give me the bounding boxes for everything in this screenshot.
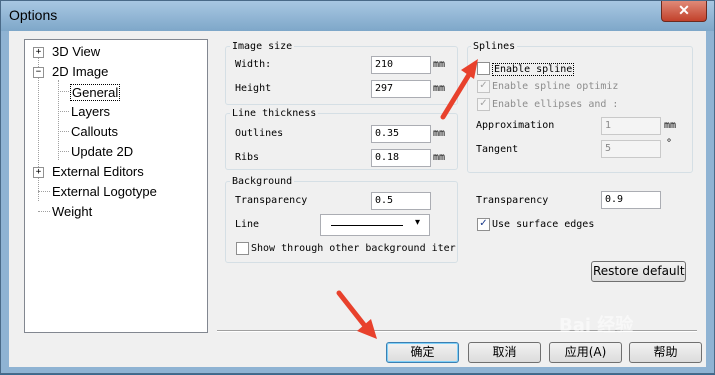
restore-defaults-button[interactable]: Restore defaults [591,261,686,282]
expand-icon[interactable]: + [33,47,44,58]
close-button[interactable]: ✕ [661,1,707,22]
line-thickness-title: Line thickness [230,108,319,119]
ribs-label: Ribs [235,152,260,163]
outlines-unit: mm [433,128,446,139]
line-style-dropdown[interactable]: ▾ [320,214,430,236]
options-window: Options ✕ + 3D View − 2D Image General L… [0,0,715,374]
ribs-unit: mm [433,152,446,163]
apply-button[interactable]: 应用(A) [549,342,622,363]
enable-spline-label: Enable spline [492,63,575,76]
tangent-unit: ° [666,138,673,149]
tree-item-callouts[interactable]: Callouts [71,124,118,139]
tree-item-layers[interactable]: Layers [71,104,110,119]
ok-button[interactable]: 确定 [386,342,459,363]
use-surface-edges-label: Use surface edges [492,219,595,230]
enable-spline-optimize-checkbox[interactable]: ✓ [477,80,490,93]
tree-connector [38,191,50,192]
enable-ellipses-label: Enable ellipses and : [492,99,619,110]
tree-item-external-logotype[interactable]: External Logotype [52,184,157,199]
outlines-input[interactable]: 0.35 [371,125,431,143]
approximation-label: Approximation [476,120,555,131]
surface-transparency-input[interactable]: 0.9 [601,191,661,209]
expand-icon[interactable]: + [33,167,44,178]
collapse-icon[interactable]: − [33,67,44,78]
width-input[interactable]: 210 [371,56,431,74]
tree-connector [58,151,69,152]
options-tree[interactable]: + 3D View − 2D Image General Layers Call… [24,39,208,333]
outlines-label: Outlines [235,128,284,139]
tangent-label: Tangent [476,144,519,155]
tree-item-external-editors[interactable]: External Editors [52,164,144,179]
watermark-text: Bai 经验 [559,315,634,336]
tangent-input[interactable]: 5 [601,140,661,158]
approximation-unit: mm [664,120,677,131]
approximation-input[interactable]: 1 [601,117,661,135]
tree-item-2d-image[interactable]: 2D Image [52,64,108,79]
help-button[interactable]: 帮助 [629,342,702,363]
line-style-sample [331,225,403,226]
tree-connector [38,211,50,212]
tree-item-general[interactable]: General [70,84,121,101]
line-label: Line [235,219,260,230]
use-surface-edges-checkbox[interactable]: ✓ [477,218,490,231]
tree-item-weight[interactable]: Weight [52,204,92,219]
ribs-input[interactable]: 0.18 [371,149,431,167]
title-bar[interactable]: Options ✕ [1,1,714,31]
show-through-label: Show through other background iter [251,243,456,254]
width-label: Width: [235,59,272,70]
enable-ellipses-checkbox[interactable]: ✓ [477,98,490,111]
enable-spline-checkbox[interactable] [477,62,490,75]
cancel-button[interactable]: 取消 [468,342,541,363]
window-title: Options [9,7,58,23]
image-size-title: Image size [230,41,295,52]
tree-item-update-2d[interactable]: Update 2D [71,144,133,159]
tree-connector [58,80,59,160]
height-input[interactable]: 297 [371,80,431,98]
tree-connector [58,111,69,112]
height-label: Height [235,83,272,94]
bg-transparency-input[interactable]: 0.5 [371,192,431,210]
show-through-checkbox[interactable] [236,242,249,255]
tree-item-3d-view[interactable]: 3D View [52,44,100,59]
tree-connector [58,91,69,92]
bg-transparency-label: Transparency [235,195,308,206]
enable-spline-optimize-label: Enable spline optimiz [492,81,619,92]
width-unit: mm [433,59,446,70]
background-title: Background [230,176,295,187]
chevron-down-icon: ▾ [415,217,421,228]
splines-title: Splines [471,41,518,52]
height-unit: mm [433,83,446,94]
tree-connector [58,131,69,132]
surface-transparency-label: Transparency [476,195,549,206]
